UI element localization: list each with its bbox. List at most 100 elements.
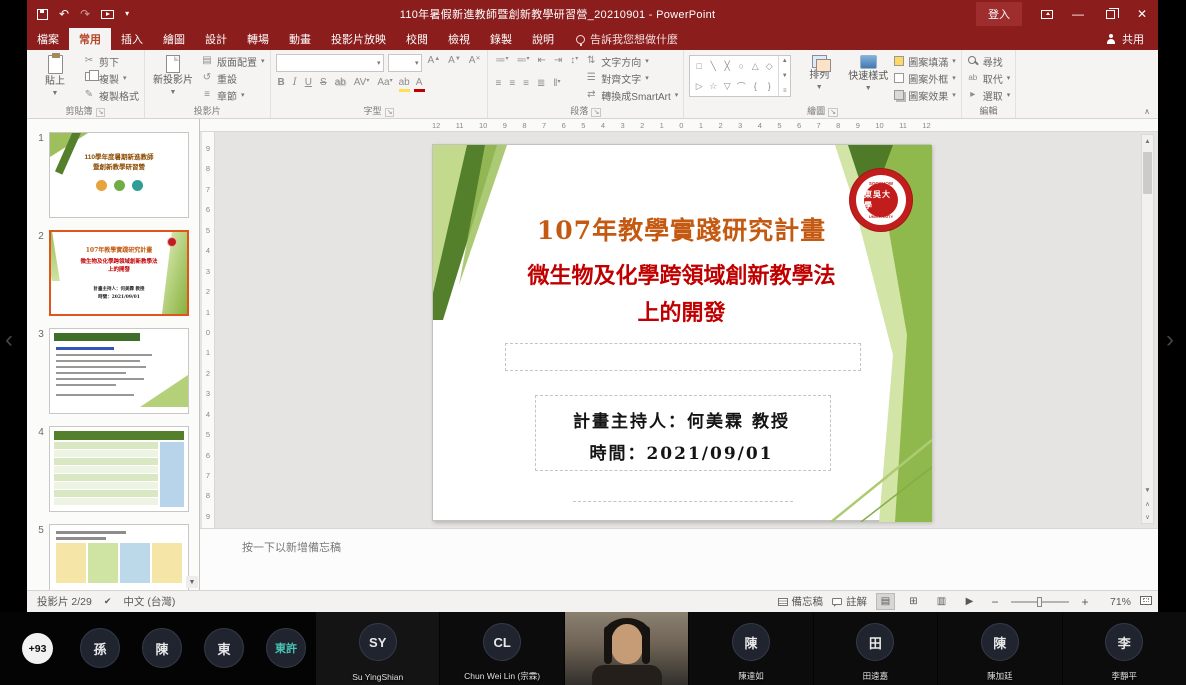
bullets-button[interactable]: ≔▾ [493, 55, 510, 71]
paste-button[interactable]: 貼上 ▼ [32, 53, 78, 103]
justify-button[interactable]: ≣ [535, 78, 547, 94]
text-shadow-button[interactable]: ab [333, 77, 348, 93]
bracket-close-shape-icon[interactable]: } [768, 81, 771, 91]
zoom-slider-thumb[interactable] [1037, 597, 1042, 607]
tab-design[interactable]: 設計 [195, 28, 237, 50]
start-slideshow-icon[interactable] [101, 10, 114, 19]
slide-1-thumbnail[interactable]: 110學年度暑期新進教師暨創新教學研習營 [49, 132, 189, 218]
tab-view[interactable]: 檢視 [438, 28, 480, 50]
slide-presenter-text[interactable]: 計畫主持人：何美霖 教授 [473, 407, 890, 432]
participant-video-tile[interactable] [565, 612, 688, 685]
horizontal-ruler[interactable]: 1211109876543210123456789101112 [200, 119, 1158, 132]
convert-smartart-button[interactable]: ⇄轉換成SmartArt▾ [585, 87, 678, 103]
notes-pane[interactable]: 按一下以新增備忘稿 [200, 528, 1158, 590]
columns-button[interactable]: ‖▾ [551, 78, 562, 94]
italic-button[interactable]: I [291, 77, 299, 93]
slide-subtitle-line1[interactable]: 微生物及化學跨領域創新教學法 [463, 258, 900, 290]
comments-toggle-button[interactable]: 註解 [832, 594, 867, 609]
copy-button[interactable]: 複製▾ [83, 70, 139, 86]
slide-title-text[interactable]: 107年教學實踐研究計畫 [473, 211, 890, 247]
sign-in-button[interactable]: 登入 [976, 2, 1022, 26]
participant-tile[interactable]: SY Su YingShian [316, 612, 439, 685]
scrollbar-thumb[interactable] [1143, 152, 1152, 194]
customize-qat-icon[interactable]: ▾ [125, 10, 129, 18]
character-spacing-button[interactable]: AV▾ [352, 77, 372, 93]
tab-animations[interactable]: 動畫 [279, 28, 321, 50]
notes-toggle-button[interactable]: 備忘稿 [778, 594, 824, 609]
slide-5-thumbnail[interactable] [49, 524, 189, 590]
zoom-percentage[interactable]: 71% [1101, 596, 1131, 608]
zoom-in-button[interactable]: + [1078, 595, 1092, 609]
dialog-launcher-icon[interactable]: ↘ [828, 108, 838, 117]
find-button[interactable]: 尋找 [967, 53, 1011, 69]
line-shape-icon[interactable]: ╲ [711, 61, 716, 72]
slideshow-view-button[interactable]: ▶ [960, 593, 979, 610]
new-slide-button[interactable]: 新投影片 ▼ [150, 53, 196, 103]
align-right-button[interactable]: ≡ [521, 78, 531, 94]
increase-indent-button[interactable]: ⇥ [552, 55, 564, 71]
tab-slideshow[interactable]: 投影片放映 [321, 28, 396, 50]
select-button[interactable]: ▸選取▾ [967, 87, 1011, 103]
align-text-button[interactable]: ☰對齊文字▾ [585, 70, 678, 86]
participant-tile[interactable]: 陳 陳達如 [689, 612, 812, 685]
vertical-ruler[interactable]: 9876543210123456789 [202, 132, 215, 528]
decrease-font-size-button[interactable]: A▼ [446, 55, 463, 71]
scroll-up-icon[interactable]: ▲ [782, 58, 788, 64]
numbering-button[interactable]: ≕▾ [514, 55, 531, 71]
layout-button[interactable]: ▤版面配置▾ [201, 53, 265, 69]
fit-to-window-button[interactable] [1140, 596, 1152, 608]
slide-sorter-view-button[interactable]: ⊞ [904, 593, 923, 610]
highlight-color-button[interactable]: ab [399, 78, 410, 92]
participant-overflow-badge[interactable]: +93 [22, 633, 53, 664]
replace-button[interactable]: ab取代▾ [967, 70, 1011, 86]
minimize-button[interactable]: — [1062, 0, 1094, 28]
slide-subtitle-line2[interactable]: 上的開發 [463, 295, 900, 327]
font-name-select[interactable]: ▾ [276, 54, 384, 72]
tab-draw[interactable]: 繪圖 [153, 28, 195, 50]
shape-outline-button[interactable]: 圖案外框▾ [894, 70, 956, 86]
quick-styles-button[interactable]: 快速樣式 ▼ [847, 53, 889, 103]
tab-record[interactable]: 錄製 [480, 28, 522, 50]
ribbon-display-options-button[interactable] [1032, 0, 1062, 28]
language-indicator[interactable]: 中文 (台灣) [123, 594, 175, 609]
line-spacing-button[interactable]: ↕▾ [568, 55, 580, 71]
cross-lines-shape-icon[interactable]: ╳ [725, 61, 730, 72]
font-color-button[interactable]: A [414, 78, 425, 92]
participant-avatar-active[interactable]: 東許 [266, 628, 306, 668]
shapes-gallery-scroll[interactable]: ▲ ▼ ≡ [778, 56, 790, 96]
slide-date-text[interactable]: 時間：2021/09/01 [473, 439, 890, 464]
rectangle-shape-icon[interactable]: □ [697, 61, 702, 71]
shape-fill-button[interactable]: 圖案填滿▾ [894, 53, 956, 69]
thumbnail-scroll-down-button[interactable]: ▼ [186, 576, 198, 588]
arrange-button[interactable]: 排列 ▼ [796, 53, 842, 103]
normal-view-button[interactable]: ▤ [876, 593, 895, 610]
tab-review[interactable]: 校閱 [396, 28, 438, 50]
diamond-shape-icon[interactable]: ◇ [766, 61, 773, 72]
participant-tile[interactable]: 李 李靜平 [1063, 612, 1186, 685]
participant-avatar[interactable]: 孫 [80, 628, 120, 668]
participant-avatar[interactable]: 陳 [142, 628, 182, 668]
participant-tile[interactable]: 陳 陳加廷 [938, 612, 1061, 685]
increase-font-size-button[interactable]: A▲ [426, 55, 443, 71]
clear-formatting-button[interactable]: A✕ [467, 55, 483, 71]
dialog-launcher-icon[interactable]: ↘ [385, 108, 395, 117]
star-shape-icon[interactable]: ☆ [709, 81, 717, 92]
arrow-shape-icon[interactable]: ▷ [696, 81, 703, 92]
spellcheck-button[interactable]: ✔ [104, 596, 112, 607]
section-button[interactable]: ≡章節▾ [201, 87, 265, 103]
tab-file[interactable]: 檔案 [27, 28, 69, 50]
cut-button[interactable]: ✂剪下 [83, 53, 139, 69]
curve-shape-icon[interactable]: ⌒ [737, 80, 746, 93]
zoom-out-button[interactable]: − [988, 595, 1002, 609]
redo-icon[interactable]: ↷ [80, 8, 90, 20]
dialog-launcher-icon[interactable]: ↘ [591, 108, 601, 117]
reading-view-button[interactable]: ▥ [932, 593, 951, 610]
collapse-ribbon-button[interactable]: ∧ [1144, 107, 1150, 116]
undo-icon[interactable]: ↶ [59, 8, 69, 20]
font-size-select[interactable]: ▾ [388, 54, 422, 72]
tell-me-box[interactable]: 告訴我您想做什麼 [564, 28, 690, 50]
placeholder-outline[interactable] [505, 343, 861, 371]
scroll-up-icon[interactable]: ▲ [1142, 135, 1153, 148]
bold-button[interactable]: B [276, 77, 287, 93]
shapes-gallery[interactable]: □ ╲ ╳ ○ △ ◇ ▷ ☆ ▽ ⌒ { } ▲ [689, 55, 791, 97]
